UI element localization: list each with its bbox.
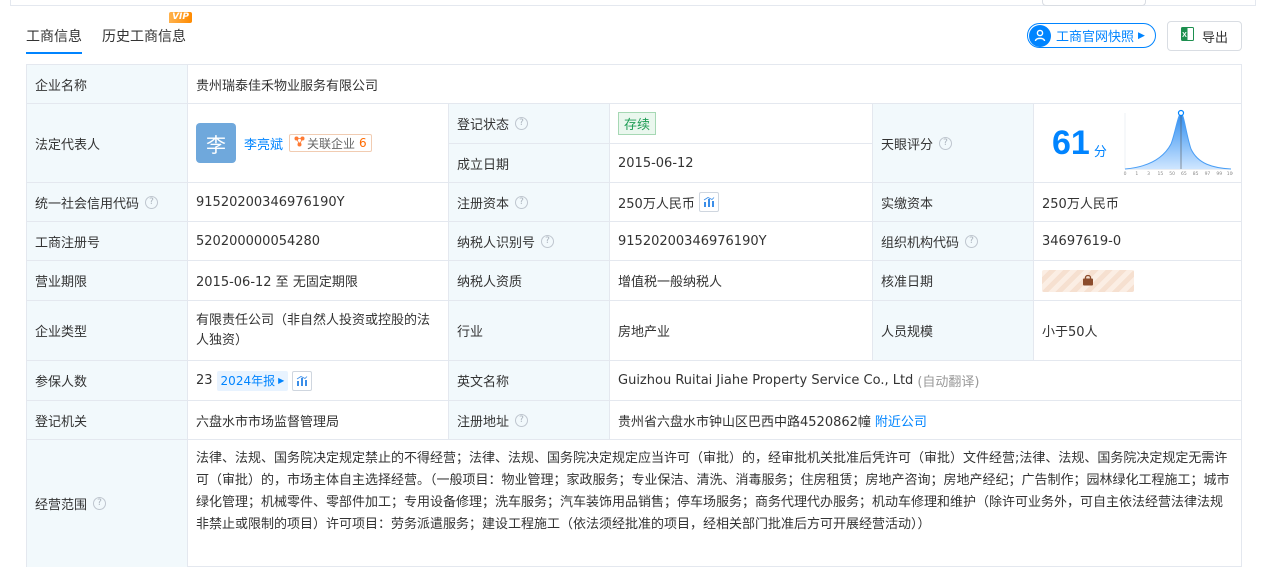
caret-right-icon: ▶ — [278, 376, 285, 385]
value-reg-capital: 250万人民币 — [610, 183, 873, 222]
related-companies-tag[interactable]: 关联企业 6 — [289, 134, 372, 152]
value-company-name: 贵州瑞泰佳禾物业服务有限公司 — [188, 65, 1242, 104]
value-industry: 房地产业 — [610, 301, 873, 361]
label-term: 营业期限 — [27, 261, 188, 301]
value-company-type: 有限责任公司（非自然人投资或控股的法人独资） — [188, 301, 449, 361]
business-info-table: 企业名称 贵州瑞泰佳禾物业服务有限公司 法定代表人 李 李亮斌 关联企业 6 登… — [26, 64, 1242, 567]
value-taxpayer-qual: 增值税一般纳税人 — [610, 261, 873, 301]
value-credit-code: 91520200346976190Y — [188, 183, 449, 222]
label-credit-code: 统一社会信用代码? — [27, 183, 188, 222]
label-taxpayer-id: 纳税人识别号? — [449, 222, 610, 261]
value-term: 2015-06-12 至 无固定期限 — [188, 261, 449, 301]
label-address: 注册地址? — [449, 401, 610, 440]
bar-chart-icon — [297, 375, 308, 386]
score-axis-tick: 1 — [1135, 171, 1138, 177]
score-axis-tick: 100 — [1227, 171, 1233, 177]
score-number: 61 — [1052, 123, 1090, 162]
score-axis-tick: 85 — [1193, 171, 1199, 177]
value-authority: 六盘水市市场监督管理局 — [188, 401, 449, 440]
user-badge-icon — [1029, 24, 1051, 47]
score-axis-tick: 65 — [1181, 171, 1187, 177]
value-insured: 23 2024年报 ▶ — [188, 361, 449, 401]
value-scope: 法律、法规、国务院决定规定禁止的不得经营；法律、法规、国务院决定规定应当许可（审… — [196, 451, 1230, 532]
label-authority: 登记机关 — [27, 401, 188, 440]
help-icon[interactable]: ? — [515, 413, 529, 427]
auto-translate-note: (自动翻译) — [917, 375, 980, 390]
label-est-date: 成立日期 — [449, 144, 610, 183]
score-axis-tick: 50 — [1169, 171, 1175, 177]
annual-report-year-tag[interactable]: 2024年报 ▶ — [216, 370, 289, 391]
official-snapshot-button[interactable]: 工商官网快照 ▶ — [1027, 23, 1156, 48]
value-reg-status: 存续 — [610, 104, 873, 144]
caret-right-icon: ▶ — [1138, 30, 1145, 41]
score-axis-tick: 3 — [1147, 171, 1150, 177]
help-icon[interactable]: ? — [515, 195, 529, 209]
label-approve-date: 核准日期 — [873, 261, 1034, 301]
avatar[interactable]: 李 — [196, 123, 236, 163]
value-english-name: Guizhou Ruitai Jiahe Property Service Co… — [610, 361, 1242, 401]
value-paid-capital: 250万人民币 — [1034, 183, 1242, 222]
value-org-code: 34697619-0 — [1034, 222, 1242, 261]
label-insured: 参保人数 — [27, 361, 188, 401]
vip-badge: VIP — [169, 12, 192, 23]
value-staff-size: 小于50人 — [1034, 301, 1242, 361]
value-legal-rep: 李 李亮斌 关联企业 6 — [188, 104, 449, 183]
value-score: 61 分 0 1 3 15 50 65 85 97 99 100 — [1034, 104, 1242, 183]
help-icon[interactable]: ? — [939, 136, 953, 150]
label-org-code: 组织机构代码? — [873, 222, 1034, 261]
label-company-type: 企业类型 — [27, 301, 188, 361]
nearby-companies-link[interactable]: 附近公司 — [875, 411, 927, 430]
label-staff-size: 人员规模 — [873, 301, 1034, 361]
score-unit: 分 — [1093, 144, 1107, 160]
label-company-name: 企业名称 — [27, 65, 188, 104]
value-address: 贵州省六盘水市钟山区巴西中路4520862幢 附近公司 — [610, 401, 1242, 440]
help-icon[interactable]: ? — [93, 497, 107, 510]
help-icon[interactable]: ? — [515, 117, 529, 130]
tab-history-business-info[interactable]: 历史工商信息 VIP — [102, 12, 192, 56]
value-taxpayer-id: 91520200346976190Y — [610, 222, 873, 261]
tab-bar: 工商信息 历史工商信息 VIP — [26, 12, 192, 56]
score-axis-tick: 97 — [1204, 171, 1210, 177]
label-score: 天眼评分? — [873, 104, 1034, 183]
label-scope: 经营范围? — [27, 440, 188, 567]
legal-rep-link[interactable]: 李亮斌 — [244, 134, 283, 153]
value-biz-reg-no: 520200000054280 — [188, 222, 449, 261]
insured-chart-button[interactable] — [292, 370, 313, 391]
label-paid-capital: 实缴资本 — [873, 183, 1034, 222]
network-icon — [294, 136, 305, 150]
lock-icon — [1083, 275, 1093, 286]
bar-chart-icon — [703, 197, 715, 207]
status-badge: 存续 — [618, 112, 657, 135]
help-icon[interactable]: ? — [145, 195, 159, 209]
top-button-edge[interactable] — [1042, 0, 1146, 6]
label-industry: 行业 — [449, 301, 610, 361]
help-icon[interactable]: ? — [965, 234, 979, 248]
tab-business-info[interactable]: 工商信息 — [26, 16, 82, 56]
vip-locked-value[interactable] — [1042, 269, 1134, 292]
score-axis-tick: 0 — [1123, 171, 1126, 177]
label-english-name: 英文名称 — [449, 361, 610, 401]
svg-text:X: X — [1182, 32, 1187, 39]
export-button[interactable]: X 导出 — [1167, 21, 1242, 51]
label-taxpayer-qual: 纳税人资质 — [449, 261, 610, 301]
value-approve-date — [1034, 261, 1242, 301]
score-axis-tick: 15 — [1157, 171, 1163, 177]
value-est-date: 2015-06-12 — [610, 144, 873, 183]
label-reg-status: 登记状态? — [449, 104, 610, 144]
capital-chart-button[interactable] — [698, 192, 719, 212]
help-icon[interactable]: ? — [541, 234, 555, 248]
score-distribution-chart: 0 1 3 15 50 65 85 97 99 100 — [1123, 109, 1233, 177]
label-biz-reg-no: 工商注册号 — [27, 222, 188, 261]
label-reg-capital: 注册资本? — [449, 183, 610, 222]
excel-icon: X — [1180, 27, 1194, 45]
label-legal-rep: 法定代表人 — [27, 104, 188, 183]
score-axis-tick: 99 — [1216, 171, 1222, 177]
